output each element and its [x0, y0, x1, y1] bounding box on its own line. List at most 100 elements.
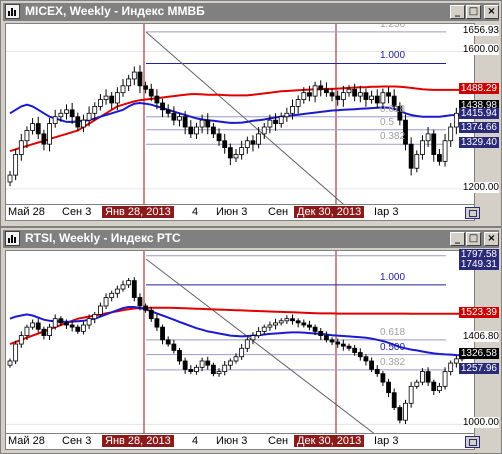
candle-body	[318, 330, 324, 336]
price-label: 1326.58	[458, 348, 499, 360]
fibo-level-label: 1.236	[380, 251, 405, 254]
candle-body	[340, 343, 346, 347]
candle-body	[329, 92, 335, 97]
minimize-button[interactable]: _	[450, 232, 465, 246]
candle-body	[448, 362, 454, 372]
close-button[interactable]: ×	[484, 5, 499, 19]
candle-body	[227, 360, 233, 366]
candle-body	[453, 358, 459, 364]
rtsi-chart-window[interactable]: RTSI, Weekly - Индекс РТС _ □ × 1.236 1.0…	[0, 227, 502, 454]
candle-body	[278, 320, 284, 324]
candle-body	[329, 339, 335, 343]
candle-body	[284, 318, 290, 322]
candle-body	[75, 116, 81, 128]
candle-body	[160, 102, 165, 111]
candle-body	[295, 99, 301, 107]
candle-body	[290, 106, 295, 114]
candle-body	[312, 326, 318, 332]
candle-body	[431, 133, 437, 155]
chart-shift-button[interactable]	[465, 207, 480, 219]
candle-body	[98, 305, 103, 315]
maximize-button[interactable]: □	[466, 5, 481, 19]
time-axis-label: Сен	[268, 435, 289, 447]
window-title: MICEX, Weekly - Индекс ММВБ	[25, 4, 205, 18]
candle-body	[436, 385, 442, 391]
fibo-level-label: 1.236	[380, 23, 406, 30]
candle-body	[318, 85, 324, 90]
candle-body	[261, 326, 267, 332]
candle-body	[64, 322, 69, 326]
candle-body	[24, 326, 30, 336]
candle-body	[35, 322, 41, 330]
price-chart-area[interactable]: 1.236 1.000 0.618 0.500 0.382	[5, 250, 475, 434]
candle-body	[177, 116, 182, 121]
candle-body	[363, 356, 369, 362]
candle-body	[239, 147, 245, 155]
candle-body	[199, 360, 205, 368]
candle-body	[425, 133, 431, 142]
candle-body	[216, 133, 222, 142]
candle-body	[188, 126, 194, 135]
fibo-level-label: 1.000	[380, 50, 406, 62]
candle-body	[369, 95, 375, 100]
candle-body	[357, 352, 363, 358]
candle-body	[244, 140, 250, 149]
candle-body	[103, 95, 109, 100]
candle-body	[52, 318, 58, 328]
price-label: 1600.00	[462, 44, 499, 56]
candle-body	[177, 350, 182, 362]
time-axis-label: 4	[192, 435, 199, 447]
candle-body	[154, 318, 160, 328]
chart-app-icon	[5, 231, 20, 246]
candle-body	[374, 95, 380, 104]
candle-body	[148, 88, 154, 97]
candle-body	[335, 341, 341, 345]
candle-body	[301, 322, 307, 326]
candle-body	[442, 140, 448, 162]
price-label: 1200.00	[462, 181, 499, 193]
title-bar[interactable]: MICEX, Weekly - Индекс ММВБ _ □ ×	[3, 3, 499, 21]
candle-body	[256, 133, 262, 145]
fibo-level-label: 0.382	[380, 356, 406, 368]
candle-body	[58, 318, 64, 324]
candle-body	[92, 106, 98, 114]
candle-body	[278, 116, 284, 124]
time-axis-label: Iар 3	[374, 206, 399, 218]
candle-body	[58, 112, 64, 118]
title-bar[interactable]: RTSI, Weekly - Индекс РТС _ □ ×	[3, 230, 499, 248]
price-label: 1000.00	[462, 417, 499, 429]
candle-body	[194, 126, 199, 135]
candle-body	[41, 133, 47, 145]
candle-body	[24, 130, 30, 142]
time-axis-label: Июн 3	[216, 206, 248, 218]
candle-body	[222, 140, 228, 149]
candle-body	[369, 360, 375, 370]
fibo-level-label: 0.618	[380, 103, 406, 115]
candle-body	[261, 126, 267, 135]
chart-shift-button[interactable]	[465, 436, 480, 448]
maximize-button[interactable]: □	[466, 232, 481, 246]
candle-body	[165, 339, 171, 345]
window-title: RTSI, Weekly - Индекс РТС	[25, 231, 181, 245]
candle-body	[81, 324, 86, 332]
candle-body	[143, 85, 149, 90]
candle-body	[256, 330, 262, 336]
candle-body	[442, 371, 448, 387]
candle-body	[47, 326, 52, 336]
candle-body	[13, 343, 19, 362]
candle-body	[120, 284, 126, 290]
fibo-level-label: 0.500	[380, 341, 406, 353]
candle-body	[137, 71, 143, 87]
time-axis: Май 28 Сен 3 Янв 28, 2013 4 Июн 3 Сен Дек 30, …	[5, 434, 475, 450]
close-button[interactable]: ×	[484, 232, 499, 246]
candle-body	[103, 297, 109, 307]
minimize-button[interactable]: _	[450, 5, 465, 19]
candle-body	[194, 366, 199, 372]
price-chart-area[interactable]: 1.236 1.000 0.618 0.5 0.382	[5, 23, 475, 205]
candle-body	[171, 343, 177, 351]
micex-chart-window[interactable]: MICEX, Weekly - Индекс ММВБ _ □ × 1.236 1…	[0, 0, 502, 227]
price-label: 1749.31	[458, 258, 499, 270]
candle-body	[7, 174, 13, 183]
candle-body	[98, 99, 103, 107]
price-label: 1406.80	[462, 331, 499, 343]
